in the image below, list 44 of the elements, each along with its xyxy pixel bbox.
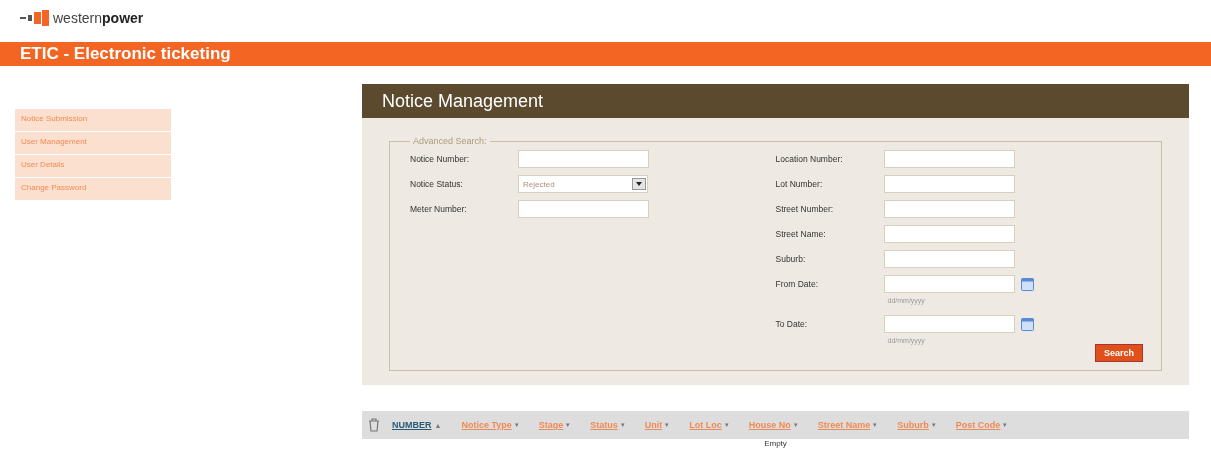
logo-text: westernpower	[53, 10, 144, 26]
field-label: Lot Number:	[775, 178, 824, 189]
app-title: ETIC - Electronic ticketing	[20, 44, 231, 64]
status-dropdown[interactable]: Rejected	[518, 175, 648, 193]
column-header[interactable]: Status	[590, 420, 618, 430]
column-header[interactable]: Notice Type	[461, 420, 512, 430]
text-field[interactable]	[518, 200, 649, 218]
logo-icon	[20, 10, 50, 26]
column-header[interactable]: Stage	[538, 420, 564, 430]
field-label: From Date:	[775, 278, 819, 289]
trash-icon[interactable]	[368, 418, 380, 432]
column-header[interactable]: Street Name	[817, 420, 871, 430]
sidebar-item[interactable]: User Details	[15, 155, 171, 177]
panel-title: Notice Management	[382, 90, 544, 112]
column-header[interactable]: Suburb	[897, 420, 929, 430]
sidebar-item[interactable]: Notice Submission	[15, 109, 171, 131]
text-field[interactable]	[883, 250, 1015, 268]
sidebar-item[interactable]: Change Password	[15, 178, 171, 200]
date-field[interactable]	[883, 275, 1015, 293]
field-label: Location Number:	[775, 153, 844, 164]
text-field[interactable]	[883, 150, 1015, 168]
empty-message: Empty	[763, 439, 788, 448]
column-header[interactable]: House No	[748, 420, 791, 430]
field-label: Notice Status:	[410, 178, 464, 189]
calendar-icon[interactable]	[1020, 317, 1034, 331]
column-header[interactable]: Unit	[644, 420, 663, 430]
field-label: Meter Number:	[410, 203, 468, 214]
field-label: Street Number:	[775, 203, 835, 214]
text-field[interactable]	[883, 200, 1015, 218]
date-field[interactable]	[883, 315, 1015, 333]
field-label: Notice Number:	[410, 153, 471, 164]
column-header[interactable]: NUMBER	[392, 420, 432, 430]
column-header[interactable]: Post Code	[955, 420, 1001, 430]
column-header[interactable]: Lot Loc	[689, 420, 722, 430]
sidebar-item[interactable]: User Management	[15, 132, 171, 154]
text-field[interactable]	[518, 150, 649, 168]
fieldset-legend: Advanced Search:	[410, 136, 490, 146]
field-label: To Date:	[775, 318, 809, 329]
text-field[interactable]	[883, 225, 1015, 243]
calendar-icon[interactable]	[1020, 277, 1034, 291]
text-field[interactable]	[883, 175, 1015, 193]
field-label: Street Name:	[775, 228, 827, 239]
search-button[interactable]: Search	[1094, 344, 1143, 362]
field-label: Suburb:	[775, 253, 807, 264]
